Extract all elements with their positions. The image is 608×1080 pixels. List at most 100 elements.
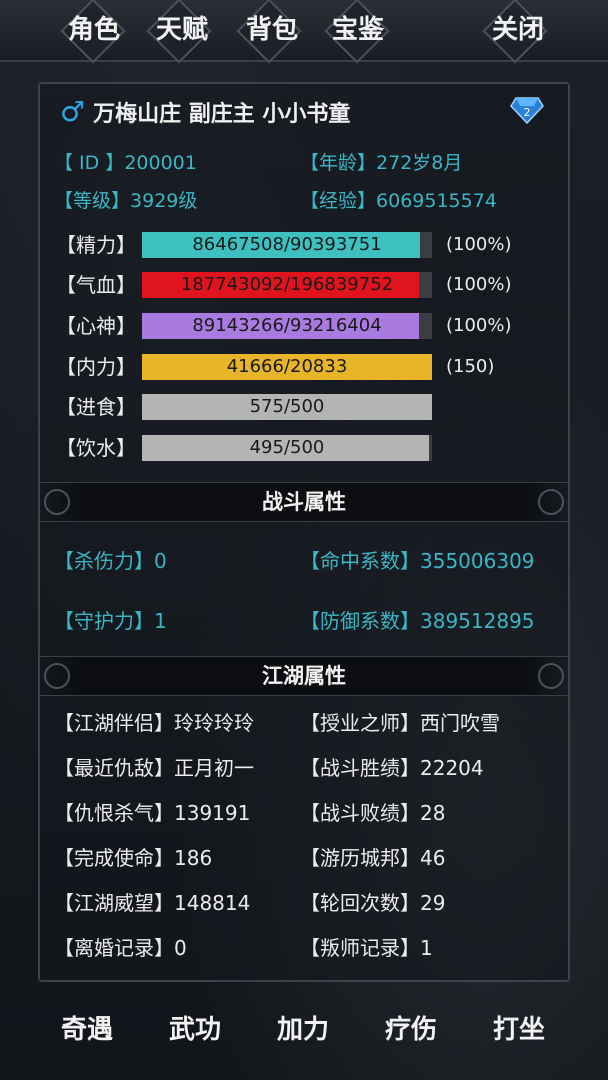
guard-row: 【守护力】1: [54, 606, 167, 636]
hit-value: 355006309: [420, 549, 535, 573]
age-value: 272岁8月: [376, 152, 463, 174]
martial-arts-label: 武功: [168, 1015, 221, 1045]
jianghu-item: 【江湖威望】148814: [54, 888, 250, 918]
bar-text: 495/500: [249, 437, 325, 458]
meditate-button[interactable]: 打坐: [474, 990, 564, 1070]
bar-text: 89143266/93216404: [192, 315, 382, 336]
ornament-icon: [44, 663, 70, 689]
close-button[interactable]: 关闭: [486, 12, 550, 48]
stat-bar: 575/500: [142, 394, 432, 420]
jianghu-title: 江湖属性: [262, 664, 346, 688]
jianghu-item-value: 28: [420, 801, 446, 825]
stat-bar: 86467508/90393751: [142, 232, 432, 258]
jianghu-item-value: 46: [420, 846, 446, 870]
stat-bar: 89143266/93216404: [142, 313, 432, 339]
exp-value: 6069515574: [376, 190, 497, 212]
diamond-icon[interactable]: 2: [510, 96, 544, 124]
bar-text: 187743092/196839752: [180, 274, 394, 295]
age-row: 【年龄】272岁8月: [300, 148, 462, 178]
ornament-icon: [538, 489, 564, 515]
exp-row: 【经验】6069515574: [300, 186, 497, 216]
jianghu-item-label: 【轮回次数】: [300, 891, 420, 915]
bar-label: 【精力】: [56, 233, 136, 257]
meditate-label: 打坐: [492, 1015, 545, 1045]
ornament-icon: [44, 489, 70, 515]
ornament-icon: [538, 663, 564, 689]
jianghu-item: 【完成使命】186: [54, 843, 212, 873]
jianghu-item-label: 【战斗胜绩】: [300, 756, 420, 780]
combat-title: 战斗属性: [262, 490, 346, 514]
bar-text: 41666/20833: [226, 356, 348, 377]
bar-label: 【气血】: [56, 273, 136, 297]
kill-label: 【杀伤力】: [54, 549, 154, 573]
guard-value: 1: [154, 609, 167, 633]
guard-label: 【守护力】: [54, 609, 154, 633]
def-value: 389512895: [420, 609, 535, 633]
level-label: 【等级】: [54, 190, 131, 212]
top-tab-bar: 角色 天赋 背包 宝鉴 关闭: [0, 0, 608, 64]
jianghu-section-header: 江湖属性: [40, 656, 568, 696]
boost-label: 加力: [276, 1015, 329, 1045]
tab-treasure[interactable]: 宝鉴: [326, 12, 390, 48]
martial-arts-button[interactable]: 武功: [150, 990, 240, 1070]
jianghu-item: 【授业之师】西门吹雪: [300, 708, 500, 738]
gem-count: 2: [524, 106, 531, 119]
bar-label: 【饮水】: [56, 436, 136, 460]
hit-row: 【命中系数】355006309: [300, 546, 535, 576]
level-row: 【等级】3929级: [54, 186, 197, 216]
jianghu-item-label: 【江湖伴侣】: [54, 711, 174, 735]
heal-button[interactable]: 疗伤: [366, 990, 456, 1070]
jianghu-item: 【离婚记录】0: [54, 933, 187, 963]
bar-text: 86467508/90393751: [192, 234, 382, 255]
jianghu-item-value: 玲玲玲玲: [174, 711, 254, 735]
kill-row: 【杀伤力】0: [54, 546, 167, 576]
tab-talent[interactable]: 天赋: [150, 12, 214, 48]
jianghu-item: 【战斗胜绩】22204: [300, 753, 484, 783]
jianghu-item-label: 【最近仇敌】: [54, 756, 174, 780]
stat-bar: 41666/20833: [142, 354, 432, 380]
jianghu-item: 【轮回次数】29: [300, 888, 445, 918]
jianghu-item-value: 186: [174, 846, 213, 870]
level-value: 3929级: [130, 190, 198, 212]
jianghu-item-label: 【完成使命】: [54, 846, 174, 870]
exp-label: 【经验】: [300, 190, 377, 212]
bar-percent: (100%): [446, 315, 512, 336]
jianghu-item-label: 【江湖威望】: [54, 891, 174, 915]
hit-label: 【命中系数】: [300, 549, 420, 573]
jianghu-item-value: 正月初一: [174, 756, 254, 780]
jianghu-item-value: 139191: [174, 801, 251, 825]
jianghu-item: 【游历城邦】46: [300, 843, 445, 873]
adventure-button[interactable]: 奇遇: [42, 990, 132, 1070]
jianghu-item-value: 0: [174, 936, 187, 960]
def-label: 【防御系数】: [300, 609, 420, 633]
jianghu-item-label: 【仇恨杀气】: [54, 801, 174, 825]
jianghu-item-label: 【游历城邦】: [300, 846, 420, 870]
tab-bag[interactable]: 背包: [240, 12, 304, 48]
bar-text: 575/500: [249, 396, 325, 417]
jianghu-item-label: 【授业之师】: [300, 711, 420, 735]
character-name: 万梅山庄 副庄主 小小书童: [93, 102, 351, 127]
stat-bar: 187743092/196839752: [142, 272, 432, 298]
jianghu-item: 【江湖伴侣】玲玲玲玲: [54, 708, 254, 738]
adventure-label: 奇遇: [60, 1015, 113, 1045]
tab-character[interactable]: 角色: [62, 12, 126, 48]
boost-button[interactable]: 加力: [258, 990, 348, 1070]
id-value: 200001: [124, 152, 197, 174]
jianghu-item: 【最近仇敌】正月初一: [54, 753, 254, 783]
character-title: ♂ 万梅山庄 副庄主 小小书童: [60, 92, 350, 132]
stat-bar: 495/500: [142, 435, 432, 461]
jianghu-item-value: 22204: [420, 756, 484, 780]
jianghu-item-label: 【离婚记录】: [54, 936, 174, 960]
id-row: 【 ID 】200001: [54, 148, 197, 178]
kill-value: 0: [154, 549, 167, 573]
male-icon: ♂: [60, 95, 86, 128]
jianghu-item: 【叛师记录】1: [300, 933, 433, 963]
bar-percent: (100%): [446, 274, 512, 295]
jianghu-item: 【仇恨杀气】139191: [54, 798, 250, 828]
bar-label: 【心神】: [56, 314, 136, 338]
jianghu-item-value: 29: [420, 891, 446, 915]
jianghu-item-label: 【战斗败绩】: [300, 801, 420, 825]
combat-section-header: 战斗属性: [40, 482, 568, 522]
def-row: 【防御系数】389512895: [300, 606, 535, 636]
id-label: 【 ID 】: [54, 152, 125, 174]
